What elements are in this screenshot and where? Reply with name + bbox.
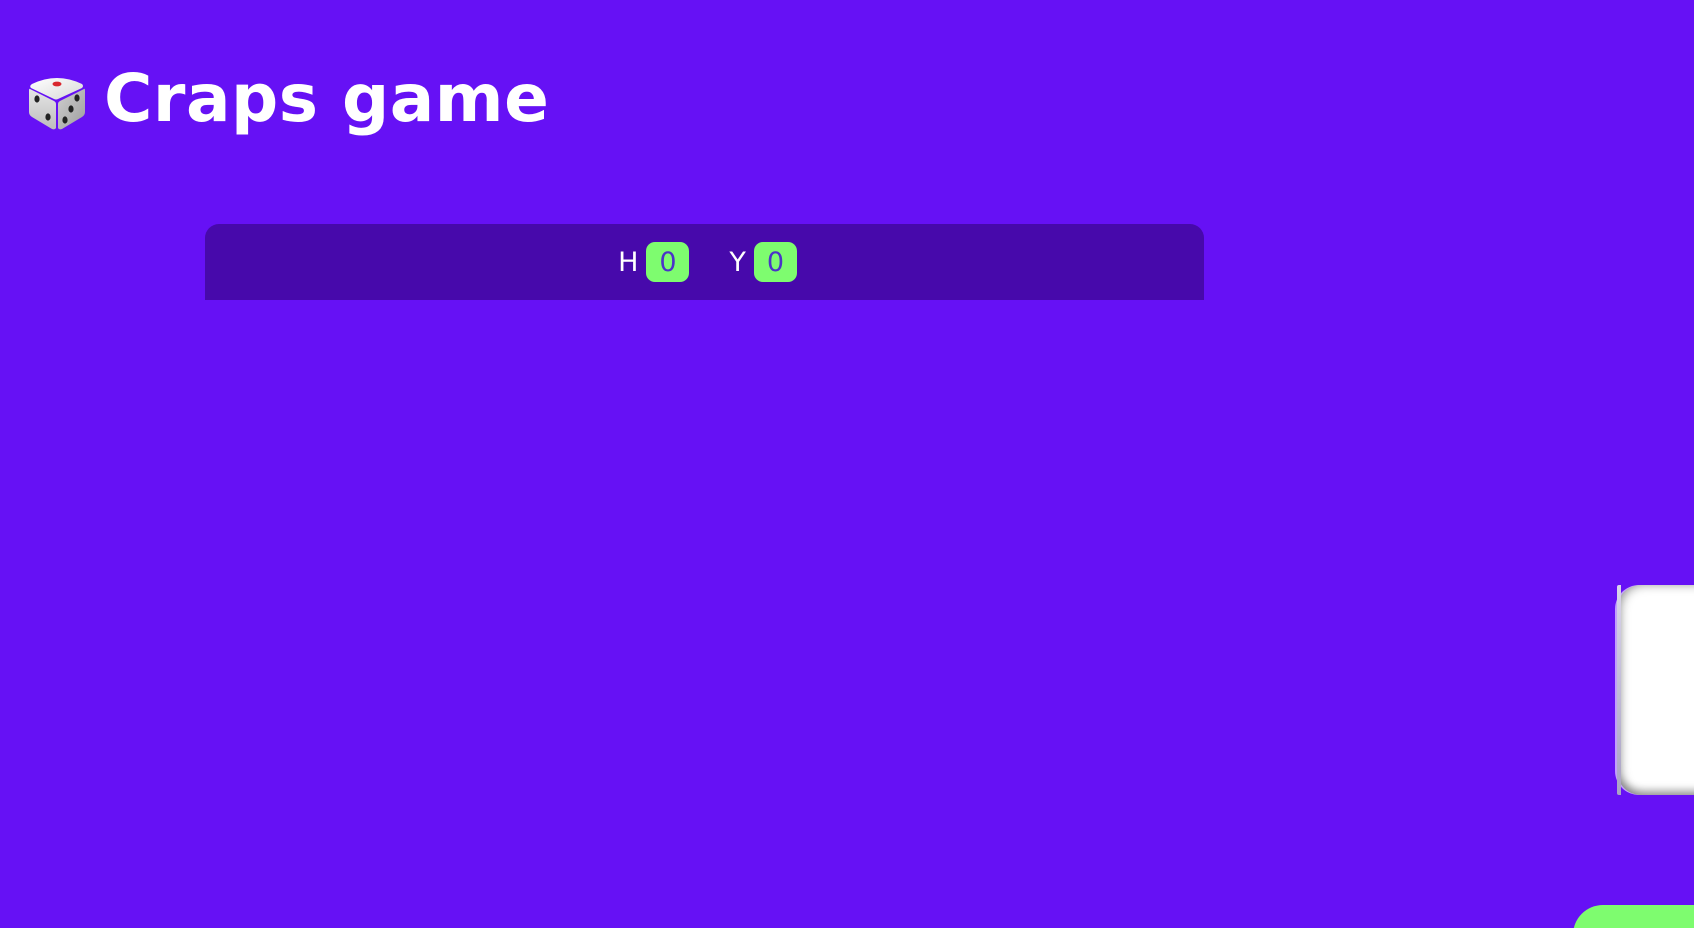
page-header: Craps game [24,66,549,132]
score-badge: 0 [753,242,797,282]
dice-icon [29,78,85,130]
score-badge: 0 [646,242,690,282]
score-player-h: H 0 [618,242,690,282]
roll-button[interactable] [1573,905,1694,928]
craps-game-page: Craps game H 0 Y 0 [0,0,1694,928]
scoreboard: H 0 Y 0 [205,224,1204,300]
player-label: Y [729,246,746,278]
die-face-edge [1617,585,1621,795]
player-label: H [618,246,639,278]
die-face [1617,585,1694,795]
page-title: Craps game [104,60,550,137]
score-player-y: Y 0 [729,242,797,282]
